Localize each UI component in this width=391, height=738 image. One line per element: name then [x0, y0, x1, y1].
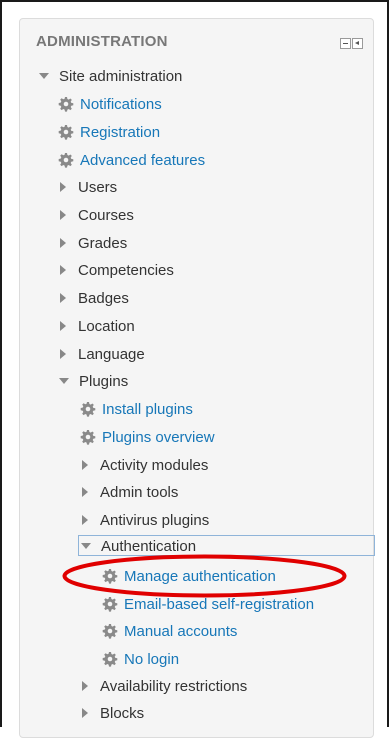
tree-link-no-login[interactable]: No login: [102, 648, 179, 670]
tree-node-activity-modules[interactable]: Activity modules: [80, 454, 208, 476]
tree-node-location[interactable]: Location: [58, 315, 135, 337]
tree-link-manual-accounts[interactable]: Manual accounts: [102, 620, 237, 642]
tree-link-plugins-overview[interactable]: Plugins overview: [80, 426, 215, 448]
gear-icon: [102, 597, 118, 612]
collapsed-arrow-icon: [82, 515, 88, 525]
tree-node-availability-restrictions[interactable]: Availability restrictions: [80, 675, 247, 697]
tree-node-label: Competencies: [78, 261, 174, 279]
link-label: Registration: [80, 123, 161, 141]
minimize-icon[interactable]: [340, 38, 351, 49]
tree-node-label: Antivirus plugins: [100, 511, 210, 529]
gear-icon: [80, 402, 96, 417]
link-label: Notifications: [80, 95, 162, 113]
link-label: Advanced features: [80, 151, 206, 169]
expanded-arrow-icon: [39, 73, 49, 79]
tree-node-plugins[interactable]: Plugins: [58, 370, 128, 392]
gear-icon: [80, 430, 96, 445]
tree-node-competencies[interactable]: Competencies: [58, 259, 174, 281]
collapsed-arrow-icon: [60, 182, 66, 192]
tree-link-notifications[interactable]: Notifications: [58, 93, 162, 115]
tree-node-label: Admin tools: [100, 483, 179, 501]
dock-icon[interactable]: [352, 38, 363, 49]
link-label: Manual accounts: [124, 622, 238, 640]
tree-node-badges[interactable]: Badges: [58, 287, 129, 309]
gear-icon: [58, 125, 74, 140]
tree-link-install-plugins[interactable]: Install plugins: [80, 398, 193, 420]
tree-node-label: Blocks: [100, 704, 145, 722]
collapsed-arrow-icon: [60, 349, 66, 359]
collapsed-arrow-icon: [60, 321, 66, 331]
tree-node-blocks[interactable]: Blocks: [80, 702, 144, 724]
block-controls: [340, 38, 363, 49]
tree-node-label: Courses: [78, 206, 134, 224]
tree-node-label: Activity modules: [100, 456, 209, 474]
link-label: Install plugins: [102, 400, 193, 418]
collapsed-arrow-icon: [60, 238, 66, 248]
tree-node-language[interactable]: Language: [58, 343, 145, 365]
collapsed-arrow-icon: [82, 681, 88, 691]
tree-node-label: Availability restrictions: [100, 677, 248, 695]
tree-node-courses[interactable]: Courses: [58, 204, 134, 226]
tree-link-registration[interactable]: Registration: [58, 121, 160, 143]
gear-icon: [102, 624, 118, 639]
gear-icon: [102, 569, 118, 584]
collapsed-arrow-icon: [82, 708, 88, 718]
link-label: No login: [124, 650, 180, 668]
tree-node-label: Users: [78, 178, 118, 196]
gear-icon: [58, 153, 74, 168]
expanded-arrow-icon: [81, 543, 91, 549]
tree-node-antivirus-plugins[interactable]: Antivirus plugins: [80, 509, 209, 531]
tree-link-advanced-features[interactable]: Advanced features: [58, 149, 205, 171]
link-label: Manage authentication: [124, 567, 276, 585]
tree-node-label: Plugins: [79, 372, 129, 390]
tree-node-label: Site administration: [59, 67, 183, 85]
collapsed-arrow-icon: [60, 293, 66, 303]
collapsed-arrow-icon: [60, 210, 66, 220]
tree-node-label: Authentication: [101, 537, 197, 555]
block-header: ADMINISTRATION: [36, 33, 376, 53]
collapsed-arrow-icon: [60, 265, 66, 275]
expanded-arrow-icon: [59, 378, 69, 384]
tree-node-label: Grades: [78, 234, 128, 252]
link-label: Plugins overview: [102, 428, 215, 446]
collapsed-arrow-icon: [82, 460, 88, 470]
tree-link-email-self-registration[interactable]: Email-based self-registration: [102, 593, 314, 615]
tree-node-grades[interactable]: Grades: [58, 232, 127, 254]
link-label: Email-based self-registration: [124, 595, 315, 613]
tree-link-manage-authentication[interactable]: Manage authentication: [102, 565, 276, 587]
block-title: ADMINISTRATION: [36, 33, 168, 50]
tree-node-label: Language: [78, 345, 145, 363]
tree-node-authentication[interactable]: Authentication: [80, 535, 196, 557]
tree-node-label: Badges: [78, 289, 129, 307]
collapsed-arrow-icon: [82, 487, 88, 497]
gear-icon: [58, 97, 74, 112]
gear-icon: [102, 652, 118, 667]
tree-node-site-administration[interactable]: Site administration: [38, 65, 182, 87]
tree-node-admin-tools[interactable]: Admin tools: [80, 481, 178, 503]
tree-node-label: Location: [78, 317, 135, 335]
tree-node-users[interactable]: Users: [58, 176, 117, 198]
